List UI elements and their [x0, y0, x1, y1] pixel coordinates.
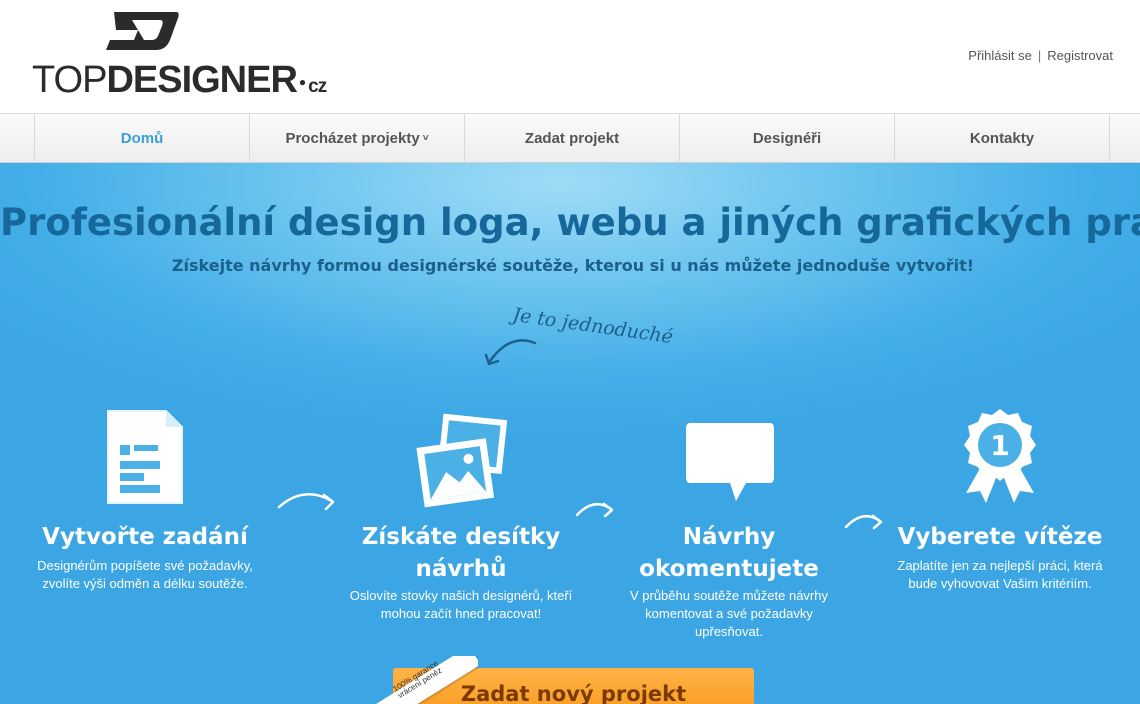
step-description: Zaplatíte jen za nejlepší práci, která b…: [897, 558, 1103, 591]
document-icon: [107, 410, 183, 504]
step-description: Designérům popíšete své požadavky, zvolí…: [37, 558, 253, 591]
nav-divider: [1109, 114, 1110, 163]
chevron-down-icon: ˅: [422, 133, 429, 144]
hero-title: Profesionální design loga, webu a jiných…: [0, 201, 1140, 244]
cta-label: Zadat nový projekt: [460, 682, 687, 704]
main-nav: Domů Procházet projekty ˅ Zadat projekt D…: [0, 113, 1140, 163]
nav-label: Designéři: [752, 130, 822, 147]
nav-item-home[interactable]: Domů: [34, 114, 249, 163]
award-badge-icon: 1: [964, 409, 1036, 503]
register-link[interactable]: Registrovat: [1047, 48, 1113, 63]
login-link[interactable]: Přihlásit se: [968, 48, 1032, 63]
step-title: Vyberete vítěze: [897, 524, 1103, 550]
step-title-line2: okomentujete: [639, 556, 819, 582]
step-title-line2: návrhů: [415, 556, 507, 582]
step-create-brief: Vytvořte zadání Designérům popíšete své …: [30, 521, 260, 593]
step-title-line1: Návrhy: [682, 524, 776, 550]
site-header: TOPDESIGNER ● cz Přihlásit se | Registrovat: [0, 0, 1140, 113]
nav-item-contacts[interactable]: Kontakty: [894, 114, 1109, 163]
auth-links: Přihlásit se | Registrovat: [968, 48, 1113, 63]
logo-dot: ●: [298, 74, 306, 89]
nav-item-submit-project[interactable]: Zadat projekt: [464, 114, 679, 163]
logo-mark-icon: [106, 12, 179, 50]
site-logo[interactable]: TOPDESIGNER ● cz: [32, 10, 327, 105]
step-description: V průběhu soutěže můžete návrhy komentov…: [629, 588, 828, 639]
logo-part-designer: DESIGNER: [106, 59, 297, 101]
nav-label: Kontakty: [969, 130, 1035, 147]
hero-section: Profesionální design loga, webu a jiných…: [0, 163, 1140, 704]
curved-arrow-icon: [484, 339, 537, 366]
nav-item-browse-projects[interactable]: Procházet projekty ˅: [249, 114, 464, 163]
curve-arrow-icon: [575, 502, 614, 518]
badge-number: 1: [990, 429, 1009, 462]
money-back-ribbon: 100% garance vrácení peněz: [374, 656, 478, 704]
step-get-designs: Získáte desítky návrhů Oslovíte stovky n…: [346, 521, 576, 623]
step-title-line1: Získáte desítky: [361, 524, 561, 550]
auth-separator: |: [1037, 48, 1042, 63]
hero-subtitle: Získejte návrhy formou designérské soutě…: [171, 256, 975, 275]
step-title: Vytvořte zadání: [42, 524, 248, 550]
nav-label: Domů: [120, 130, 164, 147]
step-comment-designs: Návrhy okomentujete V průběhu soutěže mů…: [614, 521, 844, 641]
nav-label: Procházet projekty: [285, 130, 420, 147]
step-choose-winner: Vyberete vítěze Zaplatíte jen za nejlepš…: [884, 521, 1116, 593]
curve-arrow-icon: [277, 493, 335, 511]
logo-wordmark: TOPDESIGNER ● cz: [32, 59, 327, 107]
speech-bubble-icon: [686, 423, 774, 501]
logo-tld: cz: [308, 76, 327, 97]
curve-arrow-icon: [844, 514, 883, 530]
pictures-icon: [416, 413, 508, 508]
nav-label: Zadat projekt: [524, 130, 620, 147]
step-description: Oslovíte stovky našich designérů, kteří …: [349, 588, 573, 621]
nav-item-designers[interactable]: Designéři: [679, 114, 894, 163]
logo-part-top: TOP: [32, 59, 107, 101]
